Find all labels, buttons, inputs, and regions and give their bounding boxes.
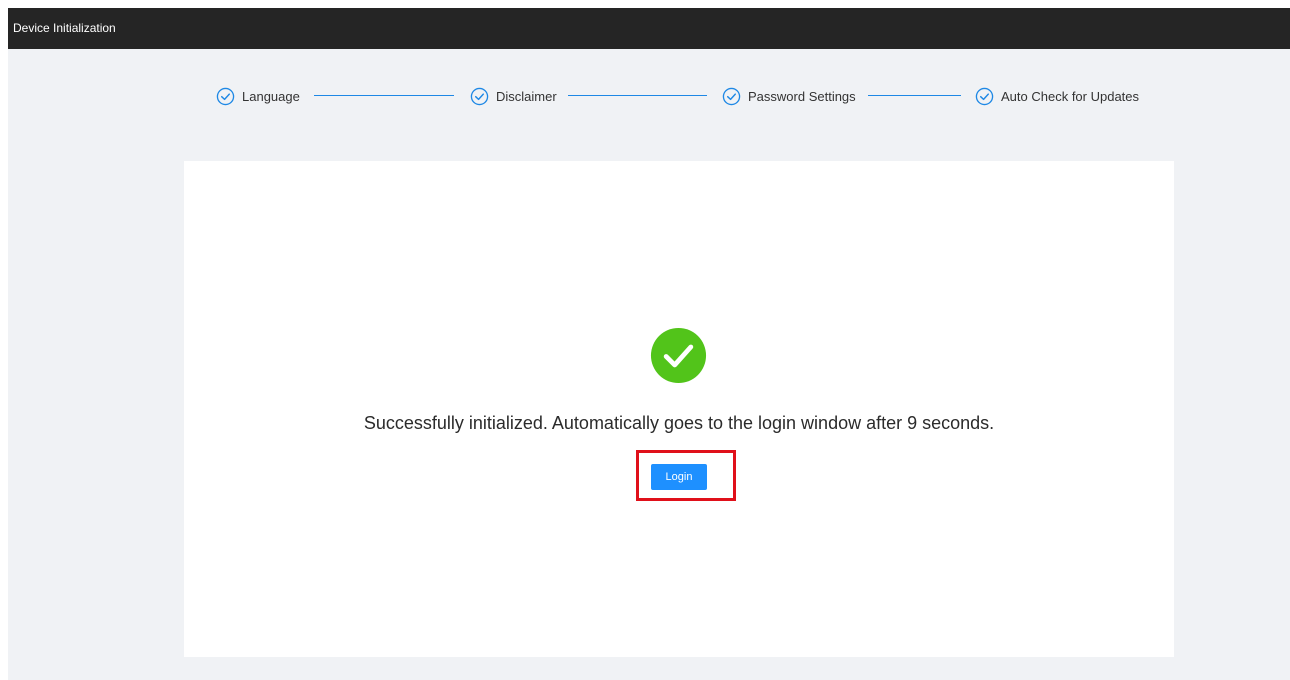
window-title: Device Initialization [13, 21, 116, 35]
step-language: Language [216, 84, 300, 108]
step-password-settings: Password Settings [722, 84, 856, 108]
step-label: Language [242, 88, 300, 104]
check-circle-icon [470, 87, 489, 105]
result-panel: Successfully initialized. Automatically … [184, 161, 1174, 657]
step-connector [314, 95, 454, 96]
step-label: Password Settings [748, 88, 856, 104]
stepper: Language Disclaimer Password Settings Au… [8, 84, 1290, 108]
check-circle-icon [975, 87, 994, 105]
title-bar: Device Initialization [8, 8, 1290, 49]
success-message: Successfully initialized. Automatically … [363, 413, 995, 433]
step-label: Disclaimer [496, 88, 557, 104]
step-connector [568, 95, 707, 96]
step-label: Auto Check for Updates [1001, 88, 1140, 104]
step-auto-check-updates: Auto Check for Updates [975, 84, 1139, 108]
step-disclaimer: Disclaimer [470, 84, 557, 108]
step-connector [868, 95, 961, 96]
check-circle-icon [722, 87, 741, 105]
check-circle-icon [216, 87, 235, 105]
highlight-annotation [636, 450, 736, 501]
device-init-window: Device Initialization Language Disclaime… [8, 8, 1290, 680]
success-check-icon [650, 327, 707, 384]
